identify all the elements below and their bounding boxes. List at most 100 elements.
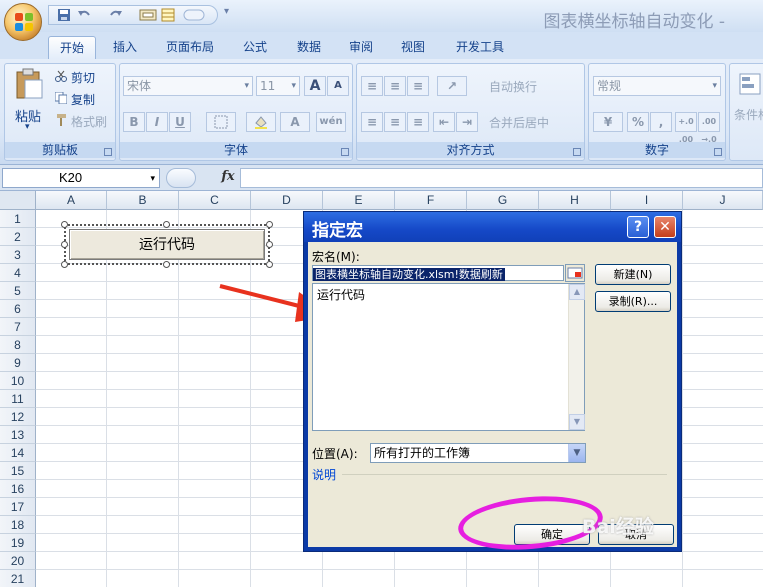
record-button[interactable]: 录制(R)... [595,291,671,312]
row-header[interactable]: 12 [0,408,36,426]
scrollbar[interactable]: ▲ ▼ [568,284,585,430]
form-button-selection[interactable]: 运行代码 [61,221,273,268]
font-size-combo[interactable]: 11 ▾ [256,76,300,96]
tab-page-layout[interactable]: 页面布局 [158,36,222,59]
decrease-decimal-button[interactable]: .00 →.0 [698,112,720,144]
macro-name-input[interactable]: 图表横坐标轴自动变化.xlsm!数据刷新 [312,265,564,281]
row-header[interactable]: 15 [0,462,36,480]
row-header[interactable]: 7 [0,318,36,336]
redo-icon[interactable] [109,8,123,22]
tab-developer[interactable]: 开发工具 [448,36,512,59]
row-header[interactable]: 1 [0,210,36,228]
select-all-corner[interactable] [0,191,36,210]
row-header[interactable]: 8 [0,336,36,354]
column-header[interactable]: J [683,191,763,210]
column-header[interactable]: D [251,191,323,210]
row-header[interactable]: 18 [0,516,36,534]
merge-center-button[interactable]: 合并后居中 [489,114,549,131]
bold-button[interactable]: B [123,112,145,132]
form-control-icon[interactable] [139,8,157,22]
row-header[interactable]: 21 [0,570,36,587]
qat-dropdown-icon[interactable]: ▾ [224,6,229,17]
close-button[interactable]: ✕ [654,216,676,238]
phonetic-button[interactable]: wén [316,112,346,132]
table-icon[interactable] [161,8,175,22]
resize-handle[interactable] [61,261,68,268]
collapse-dialog-button[interactable] [565,264,585,282]
row-header[interactable]: 10 [0,372,36,390]
scroll-up-icon[interactable]: ▲ [569,284,585,300]
scroll-down-icon[interactable]: ▼ [569,414,585,430]
resize-handle[interactable] [61,241,68,248]
row-header[interactable]: 9 [0,354,36,372]
tab-insert[interactable]: 插入 [104,36,146,59]
shrink-font-button[interactable]: A [327,76,349,96]
percent-button[interactable]: % [627,112,649,132]
row-header[interactable]: 16 [0,480,36,498]
row-header[interactable]: 19 [0,534,36,552]
row-header[interactable]: 13 [0,426,36,444]
undo-icon[interactable] [77,8,91,22]
resize-handle[interactable] [163,221,170,228]
align-right-icon[interactable]: ≡ [407,112,429,132]
copy-button[interactable]: 复制 [71,91,95,108]
row-header[interactable]: 20 [0,552,36,570]
formula-input[interactable] [240,168,763,188]
tab-formulas[interactable]: 公式 [234,36,276,59]
help-button[interactable]: ? [627,216,649,238]
font-name-combo[interactable]: 宋体 ▾ [123,76,253,96]
row-header[interactable]: 2 [0,228,36,246]
run-code-button[interactable]: 运行代码 [69,229,265,260]
underline-button[interactable]: U [169,112,191,132]
wrap-text-button[interactable]: 自动换行 [489,78,537,95]
tab-home[interactable]: 开始 [48,36,96,59]
row-header[interactable]: 14 [0,444,36,462]
resize-handle[interactable] [61,221,68,228]
fill-color-icon[interactable] [246,112,276,132]
insert-function-button[interactable]: fx [218,169,238,187]
new-button[interactable]: 新建(N) [595,264,671,285]
font-launcher-icon[interactable] [341,148,349,156]
cut-button[interactable]: 剪切 [71,69,95,86]
row-header[interactable]: 4 [0,264,36,282]
office-button[interactable] [4,3,42,41]
save-icon[interactable] [57,8,71,22]
align-top-icon[interactable]: ≡ [361,76,383,96]
increase-indent-icon[interactable]: ⇥ [456,112,478,132]
clipboard-launcher-icon[interactable] [104,148,112,156]
column-header[interactable]: E [323,191,395,210]
currency-icon[interactable]: ¥ [593,112,623,132]
row-header[interactable]: 5 [0,282,36,300]
chevron-down-icon[interactable]: ▼ [568,444,585,462]
number-format-combo[interactable]: 常规 ▾ [593,76,721,96]
decrease-indent-icon[interactable]: ⇤ [433,112,455,132]
resize-handle[interactable] [266,221,273,228]
name-box[interactable]: K20 ▾ [2,168,160,188]
comma-button[interactable]: , [650,112,672,132]
resize-handle[interactable] [266,241,273,248]
row-header[interactable]: 3 [0,246,36,264]
column-header[interactable]: F [395,191,467,210]
italic-button[interactable]: I [146,112,168,132]
column-header[interactable]: I [611,191,683,210]
tab-view[interactable]: 视图 [392,36,434,59]
align-bottom-icon[interactable]: ≡ [407,76,429,96]
customize-qat-icon[interactable] [183,8,205,22]
tab-data[interactable]: 数据 [288,36,330,59]
column-header[interactable]: A [36,191,107,210]
increase-decimal-button[interactable]: +.0 .00 [675,112,697,144]
orientation-icon[interactable]: ↗ [437,76,467,96]
border-icon[interactable] [206,112,236,132]
row-header[interactable]: 17 [0,498,36,516]
column-header[interactable]: C [179,191,251,210]
resize-handle[interactable] [163,261,170,268]
column-header[interactable]: B [107,191,179,210]
row-header[interactable]: 11 [0,390,36,408]
list-item[interactable]: 运行代码 [317,286,365,303]
alignment-launcher-icon[interactable] [573,148,581,156]
paste-dropdown-icon[interactable]: ▾ [25,122,30,132]
paste-icon[interactable] [14,68,44,100]
align-center-icon[interactable]: ≡ [384,112,406,132]
font-color-icon[interactable]: A [280,112,310,132]
number-launcher-icon[interactable] [714,148,722,156]
